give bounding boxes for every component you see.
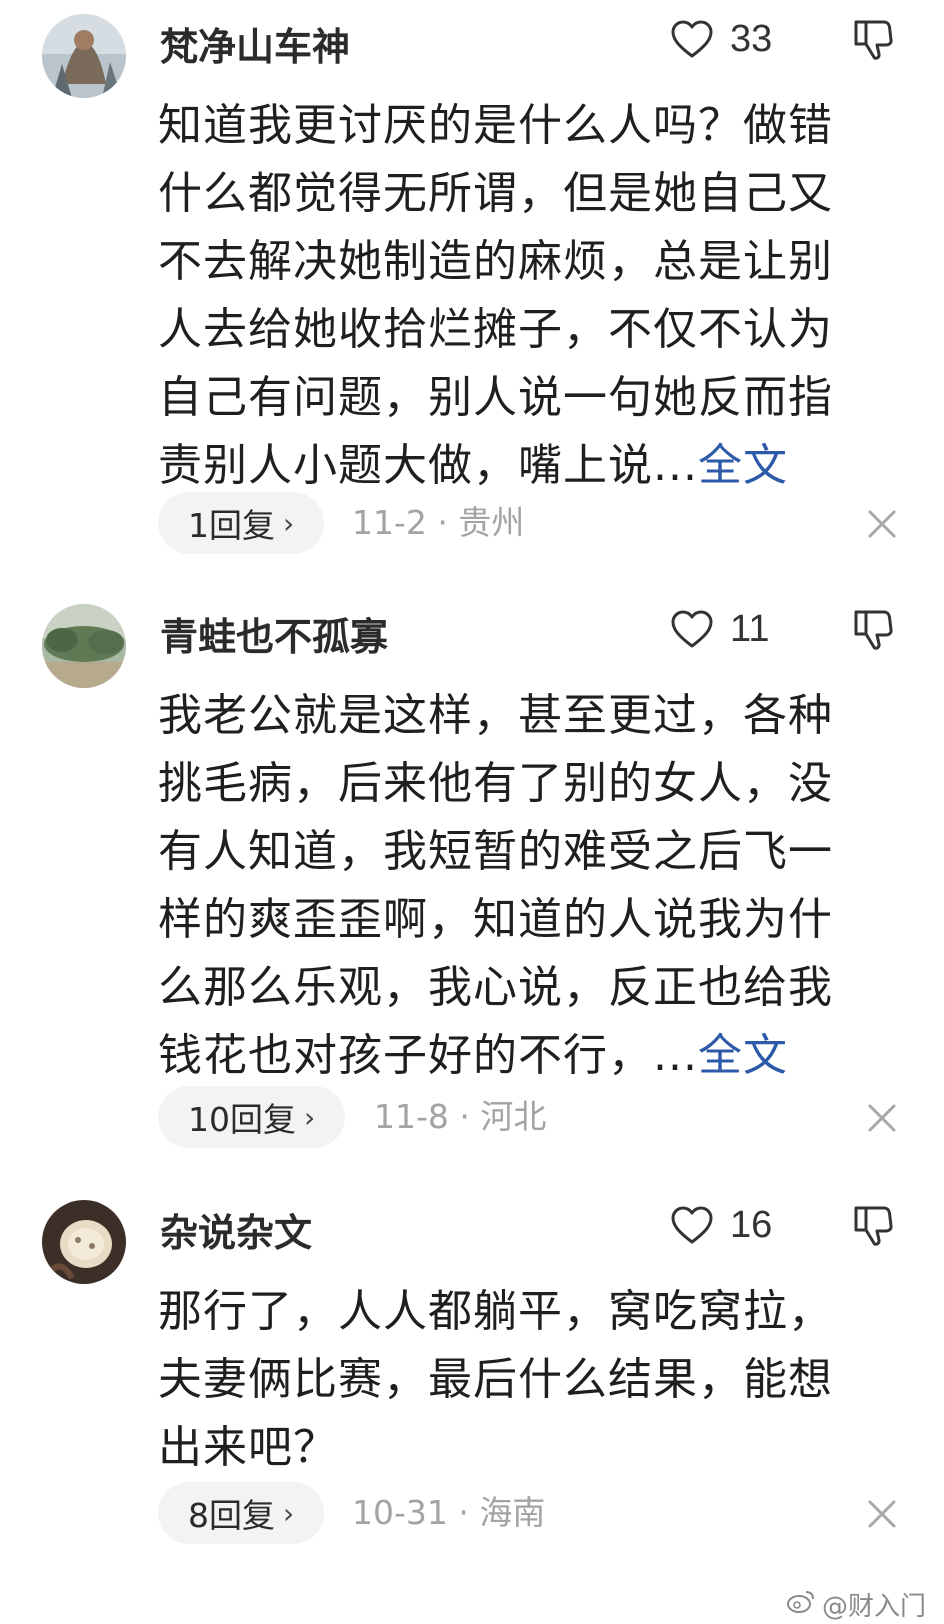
comment-meta: 11-8 · 河北 xyxy=(374,1097,547,1136)
comment-item: 梵净山车神 33 知道我更讨厌的是什么人吗？做错什么都觉得无所谓，但是她自己又不… xyxy=(0,14,944,574)
chevron-right-icon: › xyxy=(304,1100,316,1134)
dislike-button[interactable] xyxy=(852,18,894,62)
comment-meta: 10-31 · 海南 xyxy=(352,1493,546,1532)
replies-button[interactable]: 10回复 › xyxy=(158,1086,346,1148)
watermark-text: @财入门 xyxy=(821,1592,926,1622)
username[interactable]: 梵净山车神 xyxy=(160,16,350,71)
full-text-link[interactable]: 全文 xyxy=(698,440,788,491)
avatar[interactable] xyxy=(42,1200,126,1284)
chevron-right-icon: › xyxy=(283,1496,295,1530)
like-count: 16 xyxy=(730,1203,773,1246)
watermark: @财入门 xyxy=(786,1586,926,1623)
replies-label: 8回复 xyxy=(188,1496,275,1535)
replies-button[interactable]: 1回复 › xyxy=(158,492,325,554)
thumbs-down-outline-icon xyxy=(854,20,893,60)
replies-label: 1回复 xyxy=(188,506,275,545)
full-text-link[interactable]: 全文 xyxy=(698,1030,788,1081)
like-count: 33 xyxy=(730,17,773,60)
username[interactable]: 青蛙也不孤寡 xyxy=(160,606,388,661)
comment-item: 青蛙也不孤寡 11 我老公就是这样，甚至更过，各种挑毛病，后来他有了别的女人，没… xyxy=(0,604,944,1164)
heart-outline-icon xyxy=(671,20,713,58)
comment-text: 我老公就是这样，甚至更过，各种挑毛病，后来他有了别的女人，没有人知道，我短暂的难… xyxy=(158,682,874,1090)
like-button[interactable]: 33 xyxy=(670,14,772,64)
close-icon xyxy=(868,510,896,538)
avatar[interactable] xyxy=(42,14,126,98)
dismiss-button[interactable] xyxy=(866,1498,898,1530)
replies-button[interactable]: 8回复 › xyxy=(158,1482,325,1544)
close-icon xyxy=(868,1104,896,1132)
like-button[interactable]: 11 xyxy=(670,604,769,654)
thumbs-down-outline-icon xyxy=(854,1206,893,1246)
dislike-button[interactable] xyxy=(852,1204,894,1248)
like-count: 11 xyxy=(730,607,770,650)
comment-body: 那行了，人人都躺平，窝吃窝拉，夫妻俩比赛，最后什么结果，能想出来吧？ xyxy=(158,1286,833,1473)
comment-text: 那行了，人人都躺平，窝吃窝拉，夫妻俩比赛，最后什么结果，能想出来吧？ xyxy=(158,1278,874,1482)
dismiss-button[interactable] xyxy=(866,1102,898,1134)
chevron-right-icon: › xyxy=(283,506,295,540)
comment-body: 我老公就是这样，甚至更过，各种挑毛病，后来他有了别的女人，没有人知道，我短暂的难… xyxy=(158,690,833,1081)
dismiss-button[interactable] xyxy=(866,508,898,540)
username[interactable]: 杂说杂文 xyxy=(160,1202,312,1257)
weibo-logo-icon xyxy=(786,1588,816,1621)
heart-outline-icon xyxy=(671,610,713,648)
close-icon xyxy=(868,1500,896,1528)
comment-meta: 11-2 · 贵州 xyxy=(352,503,525,542)
comment-body: 知道我更讨厌的是什么人吗？做错什么都觉得无所谓，但是她自己又不去解决她制造的麻烦… xyxy=(158,100,833,491)
like-button[interactable]: 16 xyxy=(670,1200,772,1250)
thumbs-down-outline-icon xyxy=(854,610,893,650)
dislike-button[interactable] xyxy=(852,608,894,652)
replies-label: 10回复 xyxy=(188,1100,296,1139)
comment-item: 杂说杂文 16 那行了，人人都躺平，窝吃窝拉，夫妻俩比赛，最后什么结果，能想出来… xyxy=(0,1200,944,1580)
avatar[interactable] xyxy=(42,604,126,688)
heart-outline-icon xyxy=(671,1206,713,1244)
comment-text: 知道我更讨厌的是什么人吗？做错什么都觉得无所谓，但是她自己又不去解决她制造的麻烦… xyxy=(158,92,874,500)
